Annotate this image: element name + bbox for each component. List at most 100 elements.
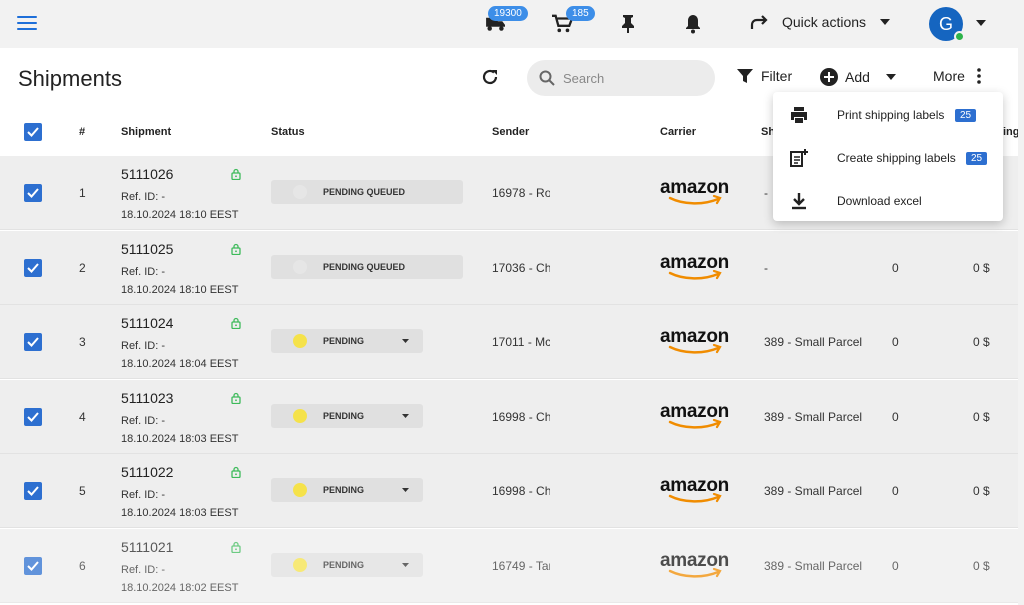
status-label: PENDING QUEUED <box>323 187 406 197</box>
quick-actions-button[interactable]: Quick actions <box>750 14 891 30</box>
cart-icon[interactable]: 185 <box>550 6 595 36</box>
amazon-carrier-logo: amazon <box>660 402 736 432</box>
status-indicator-dot <box>293 558 307 572</box>
menu-item-download-excel[interactable]: Download excel <box>773 180 1003 222</box>
row-number: 2 <box>79 260 86 275</box>
avatar-initial: G <box>938 13 953 34</box>
created-date: 18.10.2024 18:02 EEST <box>121 582 239 594</box>
price-cell: 0 $ <box>973 335 990 350</box>
add-button[interactable]: Add <box>820 68 896 86</box>
shipment-id-link[interactable]: 5111021 <box>121 539 173 555</box>
filter-button[interactable]: Filter <box>737 68 792 84</box>
menu-item-print-shipping-labels[interactable]: Print shipping labels 25 <box>773 94 1003 136</box>
search-icon <box>539 70 555 86</box>
amazon-carrier-logo: amazon <box>660 178 736 208</box>
checkmark-icon <box>27 188 39 198</box>
table-row[interactable]: 4 5111023 Ref. ID: - 18.10.2024 18:03 EEST P… <box>0 379 1018 454</box>
shipping-service-cell: 389 - Small Parcel <box>764 409 863 424</box>
search-input[interactable] <box>563 70 703 86</box>
column-header-pricing[interactable]: ing <box>1003 126 1018 138</box>
amazon-smile-arrow-icon <box>668 418 722 429</box>
sender-cell: 16998 - Ch <box>492 484 550 499</box>
account-chevron-down-icon[interactable] <box>976 20 986 26</box>
row-checkbox[interactable] <box>24 333 42 352</box>
shipment-id-link[interactable]: 5111023 <box>121 390 173 406</box>
row-checkbox[interactable] <box>24 407 42 426</box>
column-header-carrier[interactable]: Carrier <box>660 126 696 138</box>
status-dropdown[interactable]: PENDING <box>271 329 423 354</box>
lock-icon <box>231 392 241 404</box>
row-checkbox[interactable] <box>24 482 42 501</box>
reference-id: Ref. ID: - <box>121 340 166 353</box>
row-checkbox[interactable] <box>24 184 42 202</box>
reference-id: Ref. ID: - <box>121 265 166 278</box>
amazon-carrier-logo: amazon <box>660 253 736 283</box>
status-indicator-dot <box>293 259 307 274</box>
shipping-service-cell: 389 - Small Parcel <box>764 484 863 499</box>
more-actions-menu: Print shipping labels 25 Create shipping… <box>773 92 1003 221</box>
status-dropdown[interactable]: PENDING QUEUED <box>271 254 463 279</box>
checkmark-icon <box>27 262 39 273</box>
lock-icon <box>231 168 241 180</box>
shipment-id-link[interactable]: 5111026 <box>121 166 173 182</box>
user-avatar[interactable]: G <box>929 7 965 42</box>
add-circle-icon <box>820 68 838 86</box>
amazon-smile-arrow-icon <box>668 568 722 578</box>
pin-icon[interactable] <box>616 12 640 36</box>
row-number: 1 <box>79 186 86 200</box>
status-dropdown[interactable]: PENDING <box>271 478 423 503</box>
shipment-id-link[interactable]: 5111024 <box>121 315 173 331</box>
status-label: PENDING <box>323 336 365 347</box>
column-header-shipment[interactable]: Shipment <box>121 126 171 138</box>
column-header-sender[interactable]: Sender <box>492 126 529 138</box>
table-row[interactable]: 2 5111025 Ref. ID: - 18.10.2024 18:10 EEST P… <box>0 230 1018 305</box>
price-cell: 0 $ <box>973 559 990 573</box>
more-button[interactable]: More <box>933 68 981 84</box>
delivery-truck-icon[interactable]: 19300 <box>484 6 528 36</box>
shipping-service-cell: 389 - Small Parcel <box>764 335 863 350</box>
search-box[interactable] <box>527 60 715 96</box>
filter-label: Filter <box>761 68 793 84</box>
hamburger-menu-icon[interactable] <box>17 16 37 32</box>
row-checkbox[interactable] <box>24 258 42 277</box>
delivery-badge: 19300 <box>488 6 528 21</box>
menu-item-label: Download excel <box>837 194 922 208</box>
price-cell: 0 $ <box>973 260 990 275</box>
column-header-status[interactable]: Status <box>271 126 305 138</box>
status-dropdown[interactable]: PENDING <box>271 553 423 577</box>
price-cell: 0 $ <box>973 409 990 424</box>
chevron-down-icon <box>402 413 409 418</box>
add-chevron-down-icon <box>885 74 896 80</box>
add-label: Add <box>845 69 870 85</box>
top-bar: 19300 185 Quick actions G <box>0 0 1024 48</box>
checkmark-icon <box>27 127 39 137</box>
lock-icon <box>231 467 241 479</box>
sender-cell: 16978 - Ro <box>492 186 550 200</box>
filter-funnel-icon <box>737 69 753 83</box>
table-row[interactable]: 5 5111022 Ref. ID: - 18.10.2024 18:03 EEST P… <box>0 454 1018 529</box>
column-header-number[interactable]: # <box>79 126 85 138</box>
price-cell: 0 $ <box>973 484 990 499</box>
status-dropdown[interactable]: PENDING QUEUED <box>271 180 463 204</box>
shipment-id-link[interactable]: 5111022 <box>121 464 173 480</box>
notifications-bell-icon[interactable] <box>681 12 705 36</box>
quantity-cell: 0 <box>892 260 899 275</box>
count-badge: 25 <box>955 108 977 122</box>
shipment-id-link[interactable]: 5111025 <box>121 241 173 257</box>
quantity-cell: 0 <box>892 409 899 424</box>
status-label: PENDING <box>323 410 365 421</box>
amazon-smile-arrow-icon <box>668 344 722 354</box>
refresh-icon[interactable] <box>481 68 499 86</box>
amazon-carrier-logo: amazon <box>660 327 736 357</box>
menu-item-create-shipping-labels[interactable]: Create shipping labels 25 <box>773 137 1003 179</box>
status-dropdown[interactable]: PENDING <box>271 403 423 428</box>
row-checkbox[interactable] <box>24 557 42 575</box>
amazon-smile-arrow-icon <box>668 195 722 205</box>
table-row[interactable]: 3 5111024 Ref. ID: - 18.10.2024 18:04 EEST P… <box>0 305 1018 380</box>
status-label: PENDING <box>323 560 365 570</box>
table-row[interactable]: 6 5111021 Ref. ID: - 18.10.2024 18:02 EEST P… <box>0 529 1018 603</box>
status-indicator-dot <box>293 408 307 423</box>
menu-item-label: Create shipping labels <box>837 151 956 165</box>
menu-item-label: Print shipping labels <box>837 108 945 122</box>
select-all-checkbox[interactable] <box>24 123 42 141</box>
